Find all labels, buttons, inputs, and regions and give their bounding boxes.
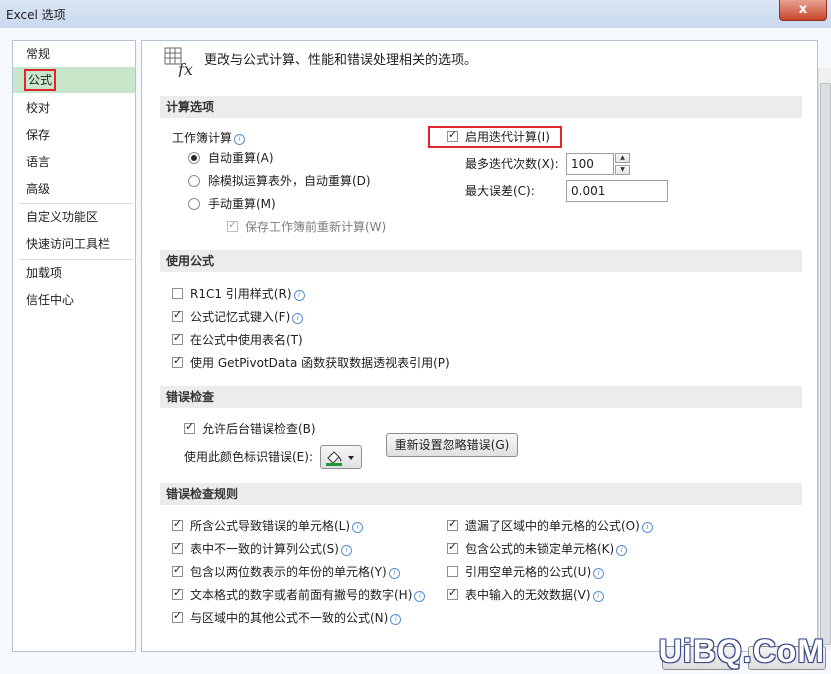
rule-label: 所含公式导致错误的单元格(L) i [190, 519, 364, 533]
rule-label: 文本格式的数字或者前面有撇号的数字(H) i [190, 588, 426, 602]
rule-inconsistent-region-checkbox[interactable] [172, 609, 183, 623]
radio-automatic-except-tables[interactable] [188, 175, 200, 187]
scrollbar-thumb[interactable] [820, 83, 831, 645]
rule-label: 引用空单元格的公式(U) i [465, 565, 605, 579]
recalc-before-save-label: 保存工作簿前重新计算(W) [245, 220, 387, 234]
table-names-checkbox[interactable] [172, 331, 183, 345]
dialog-body: 常规 公式 校对 保存 语言 高级 自定义功能区 快速访问工具栏 加载项 信任中… [0, 28, 831, 674]
svg-text:fx: fx [177, 60, 193, 77]
rule-unlocked-cells-checkbox[interactable] [447, 540, 458, 554]
rule-label: 表中输入的无效数据(V) i [465, 588, 604, 602]
window-title: Excel 选项 [6, 8, 66, 22]
rule-label: 包含公式的未锁定单元格(K) i [465, 542, 628, 556]
radio-automatic-label: 自动重算(A) [208, 151, 274, 165]
radio-automatic[interactable] [188, 152, 200, 164]
sidebar-item-language[interactable]: 语言 [13, 149, 135, 175]
r1c1-label: R1C1 引用样式(R) i [190, 287, 305, 301]
sidebar-item-advanced[interactable]: 高级 [13, 176, 135, 202]
radio-manual[interactable] [188, 198, 200, 210]
close-button[interactable]: x [779, 0, 827, 21]
info-icon: i [414, 591, 426, 602]
reset-ignored-errors-button[interactable]: 重新设置忽略错误(G) [386, 433, 518, 457]
r1c1-checkbox[interactable] [172, 288, 183, 299]
sidebar-item-general[interactable]: 常规 [13, 41, 135, 67]
sidebar: 常规 公式 校对 保存 语言 高级 自定义功能区 快速访问工具栏 加载项 信任中… [12, 40, 136, 652]
max-iterations-label: 最多迭代次数(X): [465, 157, 559, 171]
sidebar-item-addins[interactable]: 加载项 [13, 260, 135, 286]
rule-empty-cells-checkbox[interactable] [447, 566, 458, 577]
info-icon: i [352, 522, 364, 533]
info-icon: i [641, 522, 653, 533]
formula-autocomplete-checkbox[interactable] [172, 308, 183, 322]
iterative-calculation-checkbox[interactable] [447, 128, 458, 142]
max-change-label: 最大误差(C): [465, 184, 535, 198]
background-error-checking-label: 允许后台错误检查(B) [202, 422, 316, 436]
iterative-calculation-label: 启用迭代计算(I) [465, 130, 550, 144]
options-panel: fx 更改与公式计算、性能和错误处理相关的选项。 计算选项 工作簿计算 i 自动重… [141, 40, 818, 652]
sidebar-item-customize-ribbon[interactable]: 自定义功能区 [13, 204, 135, 230]
info-icon: i [388, 568, 400, 579]
recalc-before-save-checkbox[interactable] [227, 218, 238, 232]
table-names-label: 在公式中使用表名(T) [190, 333, 303, 347]
info-icon: i [234, 134, 246, 145]
background-error-checking-checkbox[interactable] [184, 420, 195, 434]
radio-automatic-except-tables-label: 除模拟运算表外，自动重算(D) [208, 174, 371, 188]
sidebar-item-quick-access[interactable]: 快速访问工具栏 [13, 231, 135, 257]
getpivotdata-checkbox[interactable] [172, 354, 183, 368]
spin-up-icon[interactable]: ▲ [615, 153, 630, 163]
rule-invalid-data-checkbox[interactable] [447, 586, 458, 600]
fill-color-icon [326, 451, 354, 466]
rule-cells-with-errors-checkbox[interactable] [172, 517, 183, 531]
info-icon: i [390, 614, 402, 625]
error-color-label: 使用此颜色标识错误(E): [184, 450, 313, 464]
section-calculation-options: 计算选项 [160, 96, 802, 118]
section-working-with-formulas: 使用公式 [160, 250, 802, 272]
workbook-calculation-label: 工作簿计算 i [172, 131, 246, 145]
info-icon: i [592, 591, 604, 602]
info-icon: i [292, 313, 304, 324]
panel-header-text: 更改与公式计算、性能和错误处理相关的选项。 [204, 53, 478, 68]
rule-inconsistent-column-checkbox[interactable] [172, 540, 183, 554]
sidebar-item-formulas[interactable]: 公式 [13, 67, 135, 93]
max-iterations-input[interactable]: 100 [566, 153, 614, 175]
rule-label: 与区域中的其他公式不一致的公式(N) i [190, 611, 402, 625]
radio-manual-label: 手动重算(M) [208, 197, 276, 211]
watermark-logo: UiBQ.CoM [658, 633, 825, 669]
max-change-input[interactable]: 0.001 [566, 180, 668, 202]
rule-omits-cells-checkbox[interactable] [447, 517, 458, 531]
title-bar: Excel 选项 x [0, 0, 831, 29]
info-icon: i [293, 290, 305, 301]
error-color-picker[interactable] [320, 445, 362, 469]
formula-autocomplete-label: 公式记忆式键入(F) i [190, 310, 304, 324]
sidebar-item-save[interactable]: 保存 [13, 122, 135, 148]
rule-label: 遗漏了区域中的单元格的公式(O) i [465, 519, 653, 533]
formula-fx-icon: fx [164, 47, 198, 79]
options-scrollbar[interactable] [818, 68, 831, 650]
sidebar-item-trust-center[interactable]: 信任中心 [13, 287, 135, 313]
info-icon: i [593, 568, 605, 579]
sidebar-item-proofing[interactable]: 校对 [13, 95, 135, 121]
section-error-checking: 错误检查 [160, 386, 802, 408]
info-icon: i [340, 545, 352, 556]
info-icon: i [616, 545, 628, 556]
section-error-checking-rules: 错误检查规则 [160, 483, 802, 505]
rule-numbers-as-text-checkbox[interactable] [172, 586, 183, 600]
rule-label: 包含以两位数表示的年份的单元格(Y) i [190, 565, 400, 579]
getpivotdata-label: 使用 GetPivotData 函数获取数据透视表引用(P) [190, 356, 450, 370]
spin-down-icon[interactable]: ▼ [615, 165, 630, 175]
rule-label: 表中不一致的计算列公式(S) i [190, 542, 352, 556]
max-iterations-spinner[interactable]: ▲ ▼ [615, 153, 630, 175]
rule-two-digit-years-checkbox[interactable] [172, 563, 183, 577]
